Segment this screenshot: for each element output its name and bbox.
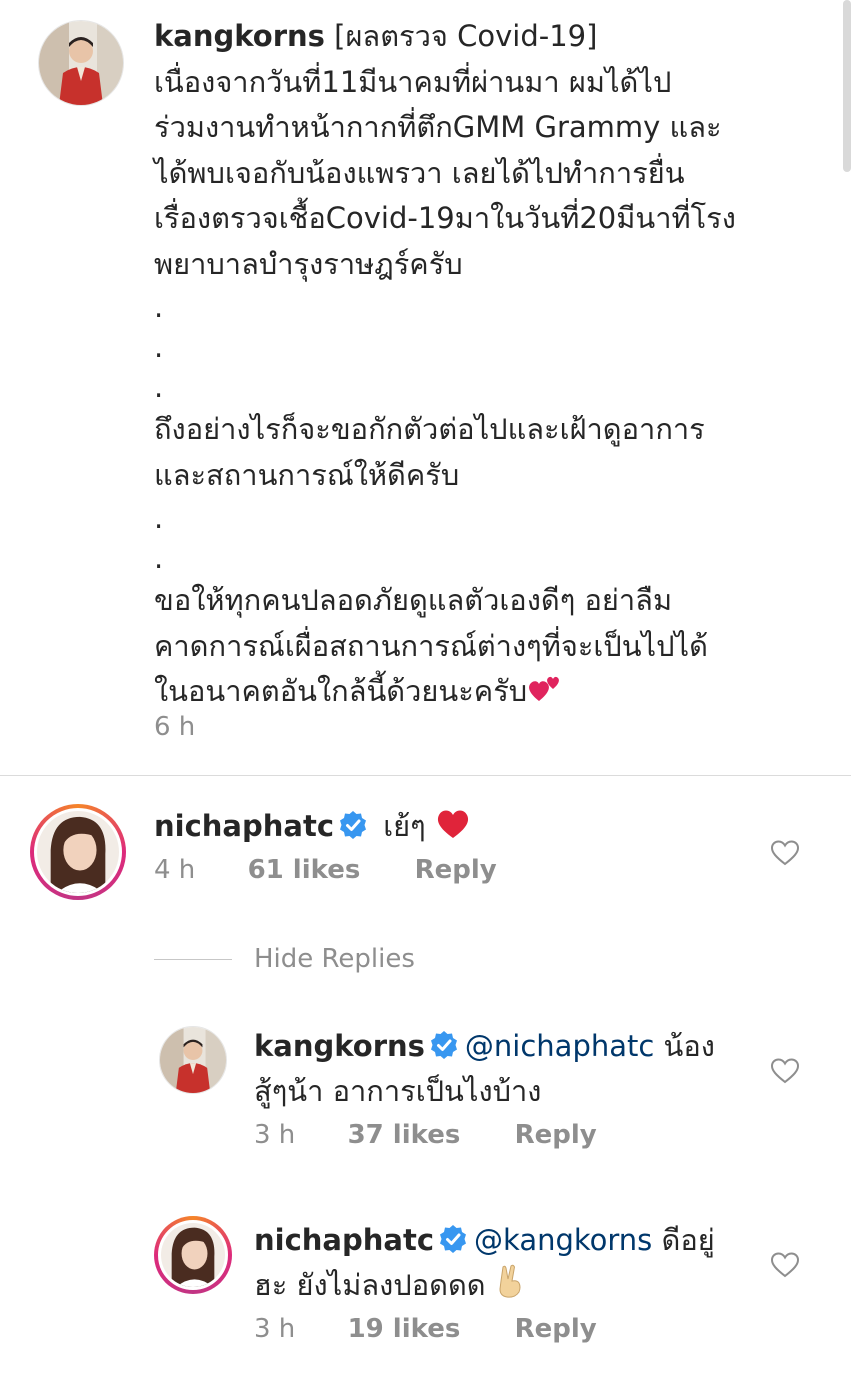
verified-badge-icon xyxy=(440,1225,467,1253)
comment-body: nichaphatc @kangkorns ดีอยู่ ฮะ ยังไม่ลง… xyxy=(254,1218,715,1308)
scrollbar[interactable] xyxy=(843,0,851,172)
mention-link[interactable]: @kangkorns xyxy=(474,1223,652,1257)
caption-line: ได้พบเจอกับน้องแพรวา เลยได้ไปทำการยื่น xyxy=(154,155,685,190)
comment-text: ฮะ ยังไม่ลงปอดดด xyxy=(254,1268,495,1302)
like-heart-icon[interactable] xyxy=(770,1056,800,1086)
like-heart-icon[interactable] xyxy=(770,838,800,868)
reply-button[interactable]: Reply xyxy=(415,855,497,885)
caption-line: . xyxy=(154,501,164,535)
avatar-photo-icon xyxy=(161,1223,225,1287)
caption-line: ในอนาคตอันใกล้นี้ด้วยนะครับ xyxy=(154,674,528,708)
caption-line: . xyxy=(154,370,164,404)
hide-replies-line xyxy=(154,959,232,960)
comment-likes[interactable]: 19 likes xyxy=(348,1314,461,1344)
like-heart-icon[interactable] xyxy=(770,1250,800,1280)
comment: nichaphatc เย้ๆ 4 h 61 likes Reply xyxy=(154,804,497,885)
reply-comment: kangkorns @nichaphatc น้อง สู้ๆน้า อาการ… xyxy=(254,1024,715,1150)
caption-line: ร่วมงานทำหน้ากากที่ตึกGMM Grammy และ xyxy=(154,110,722,144)
comment-username[interactable]: nichaphatc xyxy=(254,1223,434,1257)
comment-timestamp: 3 h xyxy=(254,1120,296,1150)
post-caption: kangkorns [ผลตรวจ Covid-19] เนื่องจากวัน… xyxy=(154,14,804,715)
reply-avatar[interactable] xyxy=(159,1026,227,1094)
caption-line: . xyxy=(154,290,164,324)
comment-likes[interactable]: 37 likes xyxy=(348,1120,461,1150)
post-author-username[interactable]: kangkorns xyxy=(154,19,325,53)
caption-line: . xyxy=(154,330,164,364)
comment-text: เย้ๆ xyxy=(374,809,435,843)
comment-text: สู้ๆน้า อาการเป็นไงบ้าง xyxy=(254,1074,542,1108)
caption-line: คาดการณ์เผื่อสถานการณ์ต่างๆที่จะเป็นไปได… xyxy=(154,628,708,663)
reply-comment: nichaphatc @kangkorns ดีอยู่ ฮะ ยังไม่ลง… xyxy=(254,1218,715,1344)
comment-meta: 3 h 19 likes Reply xyxy=(254,1314,715,1344)
comment-meta: 3 h 37 likes Reply xyxy=(254,1120,715,1150)
reply-avatar[interactable] xyxy=(154,1216,232,1294)
red-heart-icon xyxy=(437,810,469,838)
verified-badge-icon xyxy=(430,1031,457,1059)
comment-body: nichaphatc เย้ๆ xyxy=(154,804,497,849)
comment-username[interactable]: kangkorns xyxy=(254,1029,425,1063)
avatar-inner xyxy=(34,808,122,896)
avatar-photo-icon xyxy=(37,811,119,893)
comment-body: kangkorns @nichaphatc น้อง สู้ๆน้า อาการ… xyxy=(254,1024,715,1114)
comment-username[interactable]: nichaphatc xyxy=(154,809,334,843)
caption-line: เนื่องจากวันที่11มีนาคมที่ผ่านมา ผมได้ไป xyxy=(154,64,672,99)
post-timestamp: 6 h xyxy=(154,712,196,742)
caption-line: เรื่องตรวจเชื้อCovid-19มาในวันที่20มีนาท… xyxy=(154,201,736,235)
comment-timestamp: 3 h xyxy=(254,1314,296,1344)
caption-line: [ผลตรวจ Covid-19] xyxy=(324,19,598,53)
comment-text: น้อง xyxy=(654,1029,715,1063)
verified-badge-icon xyxy=(340,811,367,839)
divider xyxy=(0,775,851,776)
caption-line: พยาบาลบำรุงราษฎร์ครับ xyxy=(154,246,463,281)
comment-meta: 4 h 61 likes Reply xyxy=(154,855,497,885)
commenter-avatar[interactable] xyxy=(30,804,126,900)
comment-text: ดีอยู่ xyxy=(652,1223,715,1257)
avatar-inner xyxy=(158,1220,228,1290)
hide-replies-label: Hide Replies xyxy=(254,944,415,974)
avatar-photo-icon xyxy=(39,21,123,105)
hide-replies-button[interactable]: Hide Replies xyxy=(154,944,415,974)
victory-hand-icon xyxy=(499,1264,521,1298)
two-hearts-icon xyxy=(529,676,560,701)
caption-line: ขอให้ทุกคนปลอดภัยดูแลตัวเองดีๆ อย่าลืม xyxy=(154,583,673,617)
avatar-photo-icon xyxy=(160,1027,226,1093)
post-author-avatar[interactable] xyxy=(38,20,124,106)
caption-line: ถึงอย่างไรก็จะขอกักตัวต่อไปและเฝ้าดูอากา… xyxy=(154,412,705,446)
caption-line: . xyxy=(154,541,164,575)
comment-likes[interactable]: 61 likes xyxy=(248,855,361,885)
comment-timestamp: 4 h xyxy=(154,855,196,885)
reply-button[interactable]: Reply xyxy=(515,1314,597,1344)
reply-button[interactable]: Reply xyxy=(515,1120,597,1150)
mention-link[interactable]: @nichaphatc xyxy=(465,1029,654,1063)
caption-line: และสถานการณ์ให้ดีครับ xyxy=(154,457,460,492)
